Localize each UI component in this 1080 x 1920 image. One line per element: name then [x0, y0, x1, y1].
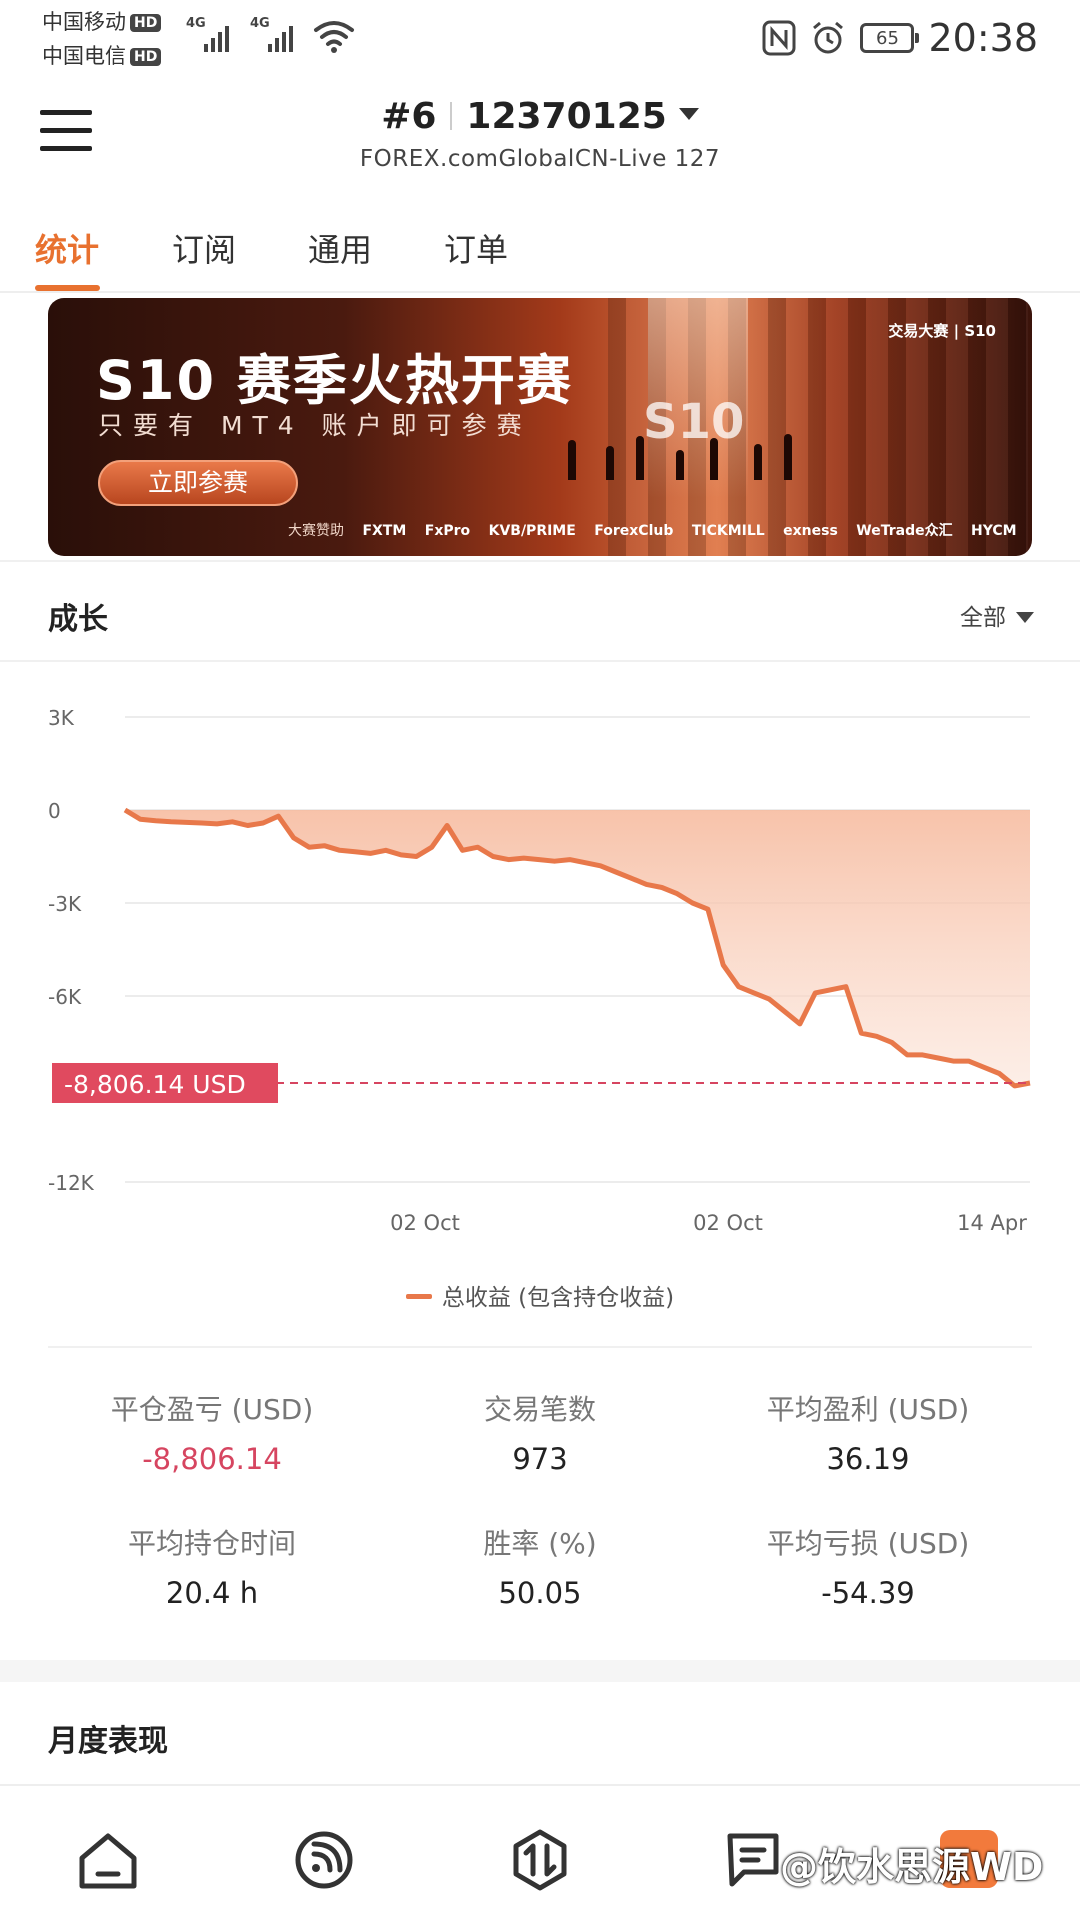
active-tab-indicator: [35, 285, 100, 291]
growth-range-value: 全部: [960, 605, 1006, 631]
carrier-1: 中国移动 HD: [42, 6, 162, 36]
stat-closed-pnl: 平仓盈亏 (USD) -8,806.14: [48, 1388, 376, 1476]
status-bar: 中国移动 HD 中国电信 HD 4G 4G 65 20:38: [0, 0, 1080, 80]
stat-label: 平仓盈亏 (USD): [110, 1393, 314, 1426]
y-tick-label: 0: [48, 799, 61, 823]
tab-general[interactable]: 通用: [308, 225, 372, 271]
sponsor-strip: 大赛赞助 FXTM FxPro KVB/PRIME ForexClub TICK…: [288, 520, 1017, 540]
monthly-performance-title: 月度表现: [48, 1724, 168, 1759]
trade-icon[interactable]: [508, 1828, 572, 1892]
sponsor-logo: ForexClub: [594, 523, 674, 539]
current-value-label: -8,806.14 USD: [64, 1070, 246, 1099]
battery-icon: 65: [860, 23, 920, 53]
network-type-1: 4G: [186, 16, 206, 31]
promo-banner[interactable]: S10 赛季火热开赛 只要有 MT4 账户即可参赛 立即参赛 交易大赛 | S1…: [48, 298, 1032, 556]
chevron-down-icon: [1016, 612, 1034, 623]
y-tick-label: -3K: [48, 892, 82, 916]
account-selector[interactable]: #6 12370125: [0, 96, 1080, 137]
sponsor-label: 大赛赞助: [288, 523, 344, 539]
x-tick-label: 02 Oct: [693, 1211, 763, 1235]
stat-value: -8,806.14: [142, 1442, 282, 1476]
banner-figures-image: [558, 420, 798, 480]
sponsor-logo: KVB/PRIME: [488, 523, 576, 539]
carrier-2-label: 中国电信: [42, 44, 126, 68]
banner-subtitle: 只要有 MT4 账户即可参赛: [98, 411, 532, 440]
account-rank: #6: [381, 96, 437, 137]
stat-avg-hold-time: 平均持仓时间 20.4 h: [48, 1522, 376, 1610]
wifi-icon: [314, 21, 354, 53]
stat-label: 平均持仓时间: [127, 1527, 296, 1560]
stat-avg-loss: 平均亏损 (USD) -54.39: [704, 1522, 1032, 1610]
stat-value: 50.05: [498, 1576, 582, 1610]
growth-chart-svg: 3K 0 -3K -6K -12K -8,806.14 USD 02 Oct 02 Oct 14…: [48, 706, 1031, 1235]
divider: [0, 560, 1080, 562]
alarm-icon: [813, 21, 844, 54]
server-name: FOREX.comGlobalCN-Live 127: [359, 146, 721, 172]
growth-range-dropdown[interactable]: 全部: [960, 598, 1034, 632]
hd-badge-2: HD: [130, 48, 162, 66]
stat-win-rate: 胜率 (%) 50.05: [376, 1522, 704, 1610]
network-type-2: 4G: [250, 16, 270, 31]
join-contest-button[interactable]: 立即参赛: [98, 460, 298, 506]
carrier-1-label: 中国移动: [42, 10, 126, 34]
status-clock: 20:38: [928, 16, 1038, 60]
sponsor-logo: exness: [783, 523, 838, 539]
legend-swatch: [405, 1294, 432, 1299]
nfc-icon: [762, 20, 796, 56]
chart-legend[interactable]: 总收益 (包含持仓收益): [0, 1278, 1080, 1312]
stat-label: 胜率 (%): [483, 1527, 597, 1560]
stat-trade-count: 交易笔数 973: [376, 1388, 704, 1476]
y-tick-label: -12K: [48, 1171, 95, 1195]
stat-avg-profit: 平均盈利 (USD) 36.19: [704, 1388, 1032, 1476]
tab-orders[interactable]: 订单: [444, 225, 508, 271]
home-icon[interactable]: [76, 1828, 140, 1892]
sponsor-logo: TICKMILL: [691, 523, 765, 539]
banner-brand: 交易大赛 | S10: [888, 322, 996, 340]
stat-label: 交易笔数: [483, 1393, 596, 1426]
stat-label: 平均盈利 (USD): [766, 1393, 970, 1426]
sponsor-logo: FXTM: [362, 523, 407, 539]
stat-value: -54.39: [821, 1576, 915, 1610]
y-tick-label: -6K: [48, 985, 82, 1009]
divider: [48, 1346, 1032, 1348]
growth-section-title: 成长: [48, 602, 108, 637]
divider: [0, 660, 1080, 662]
tab-subscribe[interactable]: 订阅: [172, 225, 236, 271]
sponsor-logo: WeTrade众汇: [856, 523, 953, 539]
stat-value: 36.19: [826, 1442, 910, 1476]
battery-level: 65: [876, 27, 899, 49]
watermark-text: @饮水思源WD: [780, 1845, 1044, 1889]
sponsor-logo: HYCM: [971, 523, 1017, 539]
banner-title: S10 赛季火热开赛: [96, 349, 573, 412]
growth-chart[interactable]: 3K 0 -3K -6K -12K -8,806.14 USD 02 Oct 02 Oct 14…: [0, 680, 1080, 1240]
feed-icon[interactable]: [292, 1828, 356, 1892]
stat-value: 20.4 h: [165, 1576, 259, 1610]
carrier-2: 中国电信 HD: [42, 40, 162, 70]
stat-value: 973: [512, 1442, 568, 1476]
account-number: 12370125: [466, 96, 667, 137]
hd-badge: HD: [130, 14, 162, 32]
tab-statistics[interactable]: 统计: [35, 225, 99, 271]
legend-label: 总收益 (包含持仓收益): [441, 1285, 675, 1311]
x-tick-label: 14 Apr: [957, 1211, 1027, 1235]
account-header: #6 12370125 FOREX.comGlobalCN-Live 127: [0, 80, 1080, 185]
sponsor-logo: FxPro: [424, 523, 471, 539]
tab-bar: 统计 订阅 通用 订单: [0, 215, 1080, 293]
y-tick-label: 3K: [48, 706, 75, 730]
stat-label: 平均亏损 (USD): [766, 1527, 970, 1560]
section-gap: [0, 1660, 1080, 1682]
orders-icon[interactable]: [724, 1828, 788, 1892]
chevron-down-icon: [678, 108, 699, 120]
x-tick-label: 02 Oct: [390, 1211, 460, 1235]
